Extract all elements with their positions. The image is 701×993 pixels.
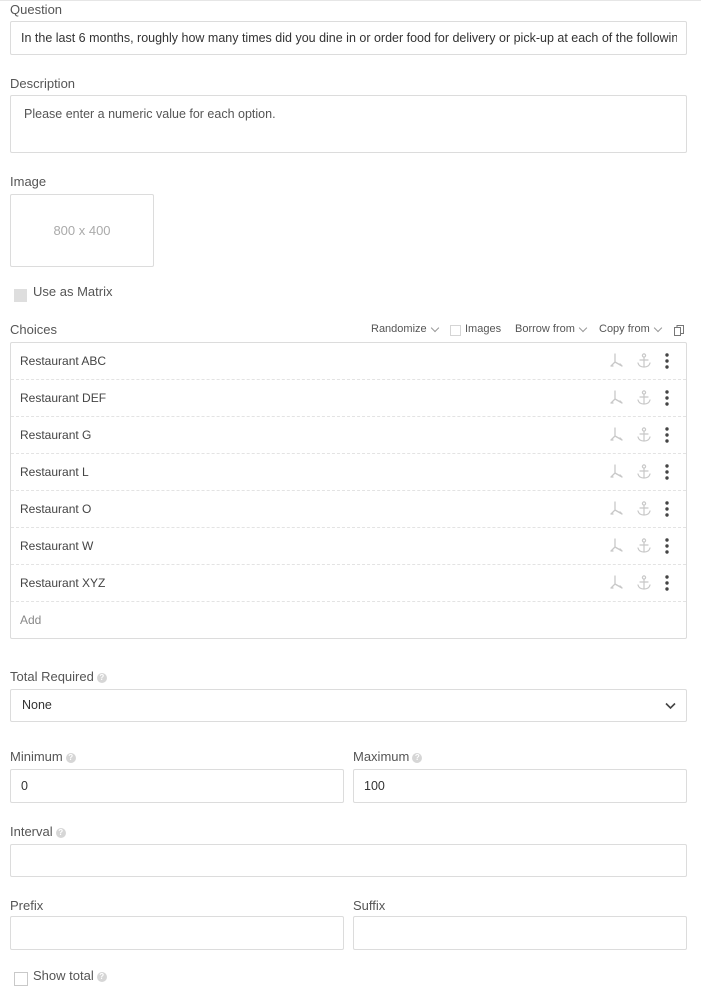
prefix-label: Prefix (10, 898, 44, 913)
choices-list: Restaurant ABC Restaurant DEF Restaurant G… (10, 342, 687, 639)
more-options-icon[interactable] (658, 500, 676, 518)
choice-label[interactable]: Restaurant XYZ (20, 576, 105, 590)
anchor-icon[interactable] (635, 574, 653, 592)
copy-icon[interactable] (674, 325, 684, 336)
chevron-down-icon (665, 702, 676, 710)
more-options-icon[interactable] (658, 463, 676, 481)
pipe-icon[interactable] (608, 574, 626, 592)
borrow-from-label: Borrow from (515, 323, 575, 335)
choice-row[interactable]: Restaurant XYZ (11, 565, 686, 602)
total-required-label: Total Required? (10, 669, 107, 685)
randomize-label: Randomize (371, 323, 427, 335)
anchor-icon[interactable] (635, 389, 653, 407)
borrow-from-dropdown[interactable]: Borrow from (515, 323, 588, 335)
maximum-label: Maximum? (353, 749, 423, 765)
choice-label[interactable]: Restaurant L (20, 465, 89, 479)
add-choice-input[interactable]: Add (20, 613, 41, 627)
chevron-down-icon (430, 323, 439, 332)
choice-label[interactable]: Restaurant G (20, 428, 91, 442)
choice-row[interactable]: Restaurant W (11, 528, 686, 565)
image-size-text: 800 x 400 (53, 223, 111, 238)
question-label: Question (10, 2, 63, 17)
show-total-label-text: Show total (33, 968, 94, 983)
choice-label[interactable]: Restaurant DEF (20, 391, 106, 405)
chevron-down-icon (653, 323, 662, 332)
total-required-value: None (22, 698, 52, 712)
description-textarea[interactable]: Please enter a numeric value for each op… (10, 95, 687, 153)
choice-label[interactable]: Restaurant W (20, 539, 93, 553)
show-total-checkbox[interactable] (14, 972, 28, 986)
help-icon[interactable]: ? (65, 752, 76, 763)
anchor-icon[interactable] (635, 463, 653, 481)
question-input[interactable]: In the last 6 months, roughly how many t… (10, 21, 687, 55)
description-label: Description (10, 76, 76, 91)
suffix-input[interactable] (353, 916, 687, 950)
maximum-input[interactable]: 100 (353, 769, 687, 803)
choice-label[interactable]: Restaurant O (20, 502, 91, 516)
minimum-label: Minimum? (10, 749, 76, 765)
minimum-value: 0 (21, 779, 28, 793)
images-checkbox[interactable] (450, 325, 461, 336)
interval-label: Interval? (10, 824, 66, 840)
description-textarea-value: Please enter a numeric value for each op… (24, 107, 276, 121)
help-icon[interactable]: ? (96, 971, 107, 982)
anchor-icon[interactable] (635, 500, 653, 518)
anchor-icon[interactable] (635, 537, 653, 555)
pipe-icon[interactable] (608, 426, 626, 444)
total-required-select[interactable]: None (10, 689, 687, 722)
help-icon[interactable]: ? (96, 672, 107, 683)
choice-label[interactable]: Restaurant ABC (20, 354, 106, 368)
interval-input[interactable] (10, 844, 687, 877)
choices-label: Choices (10, 322, 57, 337)
more-options-icon[interactable] (658, 574, 676, 592)
anchor-icon[interactable] (635, 426, 653, 444)
minimum-input[interactable]: 0 (10, 769, 344, 803)
maximum-value: 100 (364, 779, 385, 793)
maximum-label-text: Maximum (353, 749, 410, 764)
pipe-icon[interactable] (608, 389, 626, 407)
help-icon[interactable]: ? (412, 752, 423, 763)
choice-row[interactable]: Restaurant DEF (11, 380, 686, 417)
copy-from-dropdown[interactable]: Copy from (599, 323, 662, 335)
prefix-input[interactable] (10, 916, 344, 950)
image-upload-placeholder[interactable]: 800 x 400 (10, 194, 154, 267)
choice-row[interactable]: Restaurant O (11, 491, 686, 528)
pipe-icon[interactable] (608, 537, 626, 555)
more-options-icon[interactable] (658, 352, 676, 370)
more-options-icon[interactable] (658, 537, 676, 555)
image-label: Image (10, 174, 47, 189)
question-input-value: In the last 6 months, roughly how many t… (21, 31, 677, 45)
pipe-icon[interactable] (608, 500, 626, 518)
anchor-icon[interactable] (635, 352, 653, 370)
interval-label-text: Interval (10, 824, 53, 839)
use-as-matrix-label: Use as Matrix (33, 284, 113, 299)
top-divider (0, 0, 701, 1)
copy-from-label: Copy from (599, 323, 650, 335)
choice-row[interactable]: Restaurant L (11, 454, 686, 491)
randomize-dropdown[interactable]: Randomize (371, 323, 439, 335)
pipe-icon[interactable] (608, 352, 626, 370)
show-total-label: Show total? (33, 968, 107, 984)
more-options-icon[interactable] (658, 389, 676, 407)
pipe-icon[interactable] (608, 463, 626, 481)
choice-row[interactable]: Restaurant G (11, 417, 686, 454)
suffix-label: Suffix (353, 898, 386, 913)
choice-row[interactable]: Restaurant ABC (11, 343, 686, 380)
images-label: Images (465, 323, 502, 335)
help-icon[interactable]: ? (55, 827, 66, 838)
more-options-icon[interactable] (658, 426, 676, 444)
use-as-matrix-checkbox[interactable] (14, 289, 27, 302)
chevron-down-icon (578, 323, 588, 332)
total-required-label-text: Total Required (10, 669, 94, 684)
minimum-label-text: Minimum (10, 749, 63, 764)
